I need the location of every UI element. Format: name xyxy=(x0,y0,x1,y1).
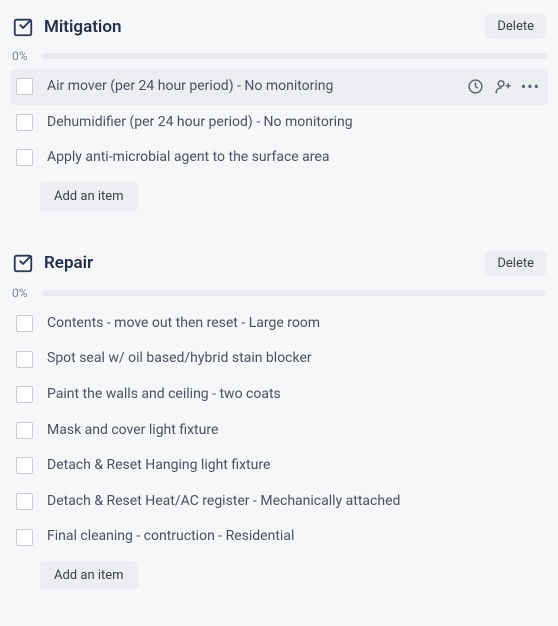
item-checkbox[interactable] xyxy=(16,114,33,131)
item-label[interactable]: Final cleaning - contruction - Residenti… xyxy=(47,527,542,547)
checklist-item[interactable]: Paint the walls and ceiling - two coats xyxy=(10,377,548,413)
item-label[interactable]: Paint the walls and ceiling - two coats xyxy=(47,385,542,405)
item-label[interactable]: Apply anti-microbial agent to the surfac… xyxy=(47,148,542,168)
progress-percent: 0% xyxy=(12,49,32,63)
add-item-button[interactable]: Add an item xyxy=(40,561,138,590)
add-item-button[interactable]: Add an item xyxy=(40,182,138,211)
progress-percent: 0% xyxy=(12,286,32,300)
assign-user-icon[interactable] xyxy=(494,78,511,95)
checklist-item[interactable]: Air mover (per 24 hour period) - No moni… xyxy=(10,69,548,105)
delete-section-button[interactable]: Delete xyxy=(485,251,546,276)
checklist-item[interactable]: Final cleaning - contruction - Residenti… xyxy=(10,519,548,555)
item-checkbox[interactable] xyxy=(16,386,33,403)
item-label[interactable]: Spot seal w/ oil based/hybrid stain bloc… xyxy=(47,349,542,369)
clock-icon[interactable] xyxy=(467,78,484,95)
item-checkbox[interactable] xyxy=(16,493,33,510)
item-checkbox[interactable] xyxy=(16,529,33,546)
item-checkbox[interactable] xyxy=(16,351,33,368)
section-title[interactable]: Repair xyxy=(44,253,485,273)
item-list: Contents - move out then reset - Large r… xyxy=(10,306,548,555)
progress-bar xyxy=(42,290,546,296)
item-label[interactable]: Mask and cover light fixture xyxy=(47,421,542,441)
progress-row: 0% xyxy=(10,282,548,306)
more-icon[interactable]: ••• xyxy=(521,79,542,95)
checklist-item[interactable]: Spot seal w/ oil based/hybrid stain bloc… xyxy=(10,341,548,377)
item-list: Air mover (per 24 hour period) - No moni… xyxy=(10,69,548,176)
section-title[interactable]: Mitigation xyxy=(44,17,485,37)
progress-row: 0% xyxy=(10,45,548,69)
item-checkbox[interactable] xyxy=(16,315,33,332)
progress-bar xyxy=(42,53,546,59)
item-checkbox[interactable] xyxy=(16,78,33,95)
item-checkbox[interactable] xyxy=(16,422,33,439)
checklist-item[interactable]: Detach & Reset Heat/AC register - Mechan… xyxy=(10,484,548,520)
checklist-item[interactable]: Apply anti-microbial agent to the surfac… xyxy=(10,140,548,176)
checklist-item[interactable]: Detach & Reset Hanging light fixture xyxy=(10,448,548,484)
add-item-row: Add an item xyxy=(10,176,548,211)
item-label[interactable]: Dehumidifier (per 24 hour period) - No m… xyxy=(47,113,542,133)
add-item-row: Add an item xyxy=(10,555,548,590)
checklist-icon xyxy=(12,16,34,38)
item-checkbox[interactable] xyxy=(16,149,33,166)
delete-section-button[interactable]: Delete xyxy=(485,14,546,39)
checklist-item[interactable]: Contents - move out then reset - Large r… xyxy=(10,306,548,342)
item-label[interactable]: Contents - move out then reset - Large r… xyxy=(47,314,542,334)
checklist-icon xyxy=(12,252,34,274)
checklist-section: RepairDelete 0% Contents - move out then r… xyxy=(0,237,558,600)
section-header: RepairDelete xyxy=(10,251,548,282)
checklist-item[interactable]: Dehumidifier (per 24 hour period) - No m… xyxy=(10,105,548,141)
section-header: MitigationDelete xyxy=(10,14,548,45)
item-label[interactable]: Detach & Reset Heat/AC register - Mechan… xyxy=(47,492,542,512)
item-actions: ••• xyxy=(467,78,542,95)
item-label[interactable]: Detach & Reset Hanging light fixture xyxy=(47,456,542,476)
item-checkbox[interactable] xyxy=(16,457,33,474)
checklist-section: MitigationDelete 0% Air mover (per 24 hour… xyxy=(0,0,558,221)
item-label[interactable]: Air mover (per 24 hour period) - No moni… xyxy=(47,77,453,97)
checklist-item[interactable]: Mask and cover light fixture xyxy=(10,413,548,449)
